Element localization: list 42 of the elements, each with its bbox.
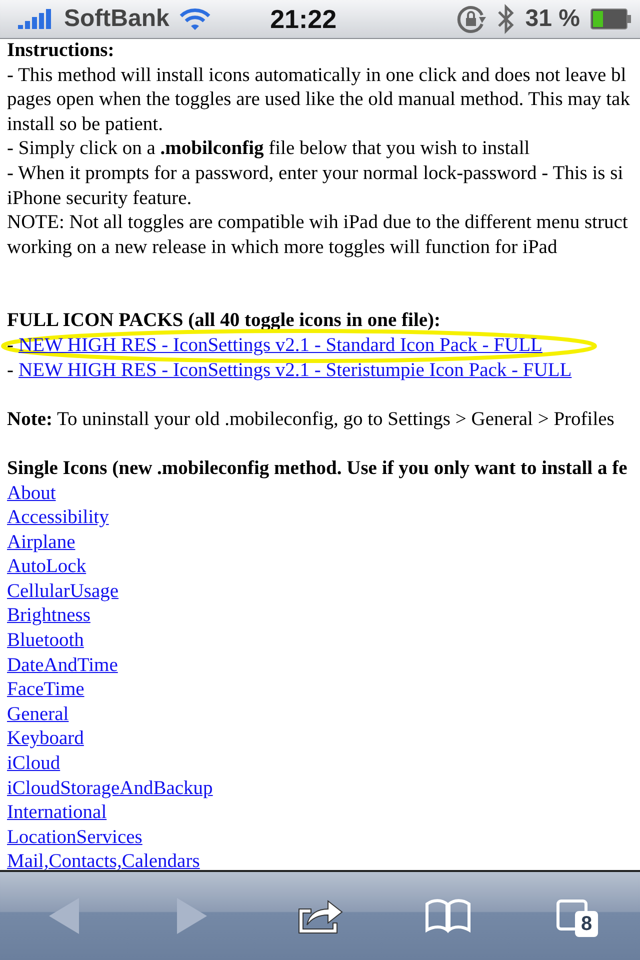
- instruction-text: NOTE: Not all toggles are compatible wih iPad due to the different menu struct: [7, 211, 629, 236]
- battery-percentage: 31 %: [525, 5, 580, 33]
- icon-link[interactable]: Mail,Contacts,Calendars: [7, 851, 200, 870]
- icon-link[interactable]: Airplane: [7, 532, 76, 553]
- instruction-text: - Simply click on a .mobilconfig file below that you wish to install: [7, 137, 531, 162]
- icon-link[interactable]: iCloudStorageAndBackup: [7, 778, 213, 799]
- instruction-text: - When it prompts for a password, enter your normal lock-password - This is si: [7, 162, 624, 186]
- icon-link[interactable]: Brightness: [7, 605, 90, 626]
- icon-link[interactable]: General: [7, 704, 69, 725]
- carrier-name: SoftBank: [64, 5, 170, 33]
- section-heading: FULL ICON PACKS (all 40 toggle icons in one file):: [7, 309, 442, 334]
- icon-link[interactable]: LocationServices: [7, 826, 142, 848]
- icon-link[interactable]: Keyboard: [7, 728, 84, 750]
- instructions-heading: Instructions:: [7, 39, 116, 63]
- icon-link[interactable]: DateAndTime: [7, 654, 118, 676]
- instruction-text: install so be patient.: [7, 112, 164, 137]
- icon-link[interactable]: Bluetooth: [7, 630, 84, 652]
- instruction-text: pages open when the toggles are used like the old manual method. This may tak: [7, 88, 631, 112]
- wifi-icon: [179, 7, 212, 31]
- icon-link[interactable]: International: [7, 802, 107, 824]
- tabs-button[interactable]: 8: [536, 886, 616, 946]
- bullet-dash: -: [7, 334, 14, 358]
- rotation-lock-icon: [455, 3, 488, 35]
- signal-icon: [18, 9, 54, 29]
- section-heading: Single Icons (new .mobileconfig method. Use if you only want to install a fe: [7, 456, 628, 481]
- battery-icon: [590, 8, 632, 30]
- download-link[interactable]: NEW HIGH RES - IconSettings v2.1 - Steristumpie Icon Pack - FULL: [18, 358, 572, 384]
- icon-link[interactable]: About: [7, 482, 56, 504]
- icon-link[interactable]: AutoLock: [7, 556, 86, 578]
- icon-link[interactable]: iCloud: [7, 753, 60, 774]
- icon-link[interactable]: FaceTime: [7, 679, 84, 700]
- icon-link[interactable]: Accessibility: [7, 507, 109, 528]
- instruction-text: - This method will install icons automatically in one click and does not leave bl: [7, 64, 628, 88]
- download-link[interactable]: NEW HIGH RES - IconSettings v2.1 - Standard Icon Pack - FULL: [18, 334, 542, 359]
- tab-count-badge: 8: [575, 911, 598, 937]
- note-text: Note: To uninstall your old .mobileconfig, go to Settings > General > Profiles: [7, 408, 616, 432]
- instruction-text: working on a new release in which more toggles will function for iPad: [7, 236, 558, 260]
- instruction-text: iPhone security feature.: [7, 186, 193, 211]
- icon-link[interactable]: CellularUsage: [7, 580, 119, 602]
- bullet-dash: -: [7, 358, 14, 383]
- bluetooth-icon: [497, 4, 516, 34]
- clock-time: 21:22: [269, 4, 338, 34]
